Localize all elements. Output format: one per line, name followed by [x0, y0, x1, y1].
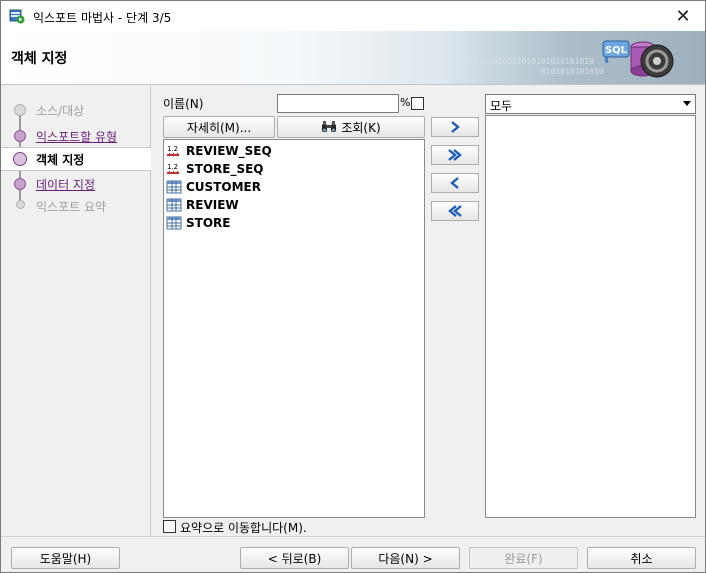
cancel-button-label: 취소 — [630, 551, 653, 566]
percent-wildcard-label: % — [400, 96, 411, 109]
available-objects-list[interactable]: 1.2 REVIEW_SEQ 1.2 STORE_SEQ CUSTOMER RE… — [163, 139, 425, 518]
object-name: STORE — [186, 216, 231, 230]
list-item[interactable]: CUSTOMER — [164, 178, 424, 196]
query-button-label: 조회(K) — [341, 120, 381, 135]
sequence-icon: 1.2 — [167, 145, 179, 156]
binoculars-icon — [322, 121, 337, 132]
page-title: 객체 지정 — [11, 51, 68, 67]
nav-step-source-target: 소스/대상 — [1, 98, 151, 122]
wizard-steps-nav: 소스/대상 익스포트할 유형 객체 지정 데이터 지정 익스포트 요약 — [1, 86, 151, 536]
header-banner: 객체 지정 0010101010101010101010101010 01010… — [1, 31, 705, 85]
window-title: 익스포트 마법사 - 단계 3/5 — [33, 11, 172, 25]
finish-button: 완료(F) — [469, 547, 578, 569]
nav-step-label[interactable]: 익스포트할 유형 — [36, 128, 117, 145]
object-name: STORE_SEQ — [186, 162, 264, 176]
list-item[interactable]: 1.2 STORE_SEQ — [164, 160, 424, 178]
chevron-left-icon — [450, 177, 459, 189]
chevron-down-icon — [683, 101, 691, 106]
help-button[interactable]: 도움말(H) — [11, 547, 120, 569]
go-to-summary-label[interactable]: 요약으로 이동합니다(M). — [180, 519, 307, 536]
selected-filter-value: 모두 — [490, 99, 513, 113]
nav-step-specify-objects: 객체 지정 — [1, 147, 151, 171]
table-icon — [166, 216, 182, 230]
go-to-summary-checkbox[interactable] — [163, 520, 176, 533]
next-button[interactable]: 다음(N) > — [351, 547, 460, 569]
nav-step-label[interactable]: 데이터 지정 — [36, 176, 95, 193]
object-name: CUSTOMER — [186, 180, 261, 194]
table-icon — [166, 198, 182, 212]
close-icon: ✕ — [675, 5, 691, 27]
double-chevron-right-icon — [448, 149, 462, 161]
query-button[interactable]: 조회(K) — [277, 116, 425, 138]
svg-text:1.2: 1.2 — [167, 163, 178, 171]
svg-text:1.2: 1.2 — [167, 145, 178, 153]
move-all-left-button[interactable] — [431, 201, 479, 221]
step-node-icon — [13, 152, 27, 166]
name-label: 이름(N) — [163, 97, 204, 111]
step-node-icon — [14, 104, 26, 116]
footer-divider — [1, 536, 705, 537]
selected-filter-dropdown[interactable]: 모두 — [485, 94, 696, 114]
table-icon — [166, 180, 182, 194]
name-filter-input[interactable] — [277, 94, 399, 113]
selected-objects-list[interactable] — [485, 115, 696, 518]
details-button-label: 자세히(M)... — [186, 120, 252, 135]
back-button[interactable]: < 뒤로(B) — [240, 547, 349, 569]
cancel-button[interactable]: 취소 — [587, 547, 696, 569]
wildcard-checkbox[interactable] — [411, 97, 424, 110]
nav-step-label: 익스포트 요약 — [36, 199, 107, 214]
move-left-button[interactable] — [431, 173, 479, 193]
banner-binary-text: 0010101010101010101010101010 — [459, 57, 594, 66]
back-button-label: < 뒤로(B) — [267, 551, 322, 566]
nav-step-export-summary: 익스포트 요약 — [1, 194, 151, 218]
step-node-icon — [14, 178, 26, 190]
title-bar: 익스포트 마법사 - 단계 3/5 ✕ — [1, 1, 705, 31]
object-name: REVIEW_SEQ — [186, 144, 272, 158]
close-button[interactable]: ✕ — [661, 1, 705, 31]
sql-database-icon: SQL — [602, 39, 674, 78]
export-wizard-window: 익스포트 마법사 - 단계 3/5 ✕ 객체 지정 00101010101010… — [0, 0, 706, 573]
details-button[interactable]: 자세히(M)... — [163, 116, 275, 138]
step-node-icon — [16, 200, 25, 209]
step-node-icon — [14, 130, 26, 142]
chevron-right-icon — [451, 121, 460, 133]
object-name: REVIEW — [186, 198, 239, 212]
next-button-label: 다음(N) > — [378, 551, 433, 566]
sequence-icon: 1.2 — [167, 163, 179, 174]
move-right-button[interactable] — [431, 117, 479, 137]
wizard-app-icon — [9, 9, 25, 24]
nav-step-label: 객체 지정 — [36, 152, 85, 167]
list-item[interactable]: STORE — [164, 214, 424, 232]
nav-step-label: 소스/대상 — [36, 103, 85, 118]
finish-button-label: 완료(F) — [504, 551, 543, 566]
list-item[interactable]: 1.2 REVIEW_SEQ — [164, 142, 424, 160]
nav-step-specify-data[interactable]: 데이터 지정 — [1, 172, 151, 196]
svg-text:SQL: SQL — [605, 45, 628, 56]
move-all-right-button[interactable] — [431, 145, 479, 165]
double-chevron-left-icon — [448, 205, 462, 217]
banner-binary-text: 0101010101010 — [541, 67, 604, 76]
help-button-label: 도움말(H) — [39, 551, 92, 566]
nav-step-export-type[interactable]: 익스포트할 유형 — [1, 124, 151, 148]
list-item[interactable]: REVIEW — [164, 196, 424, 214]
